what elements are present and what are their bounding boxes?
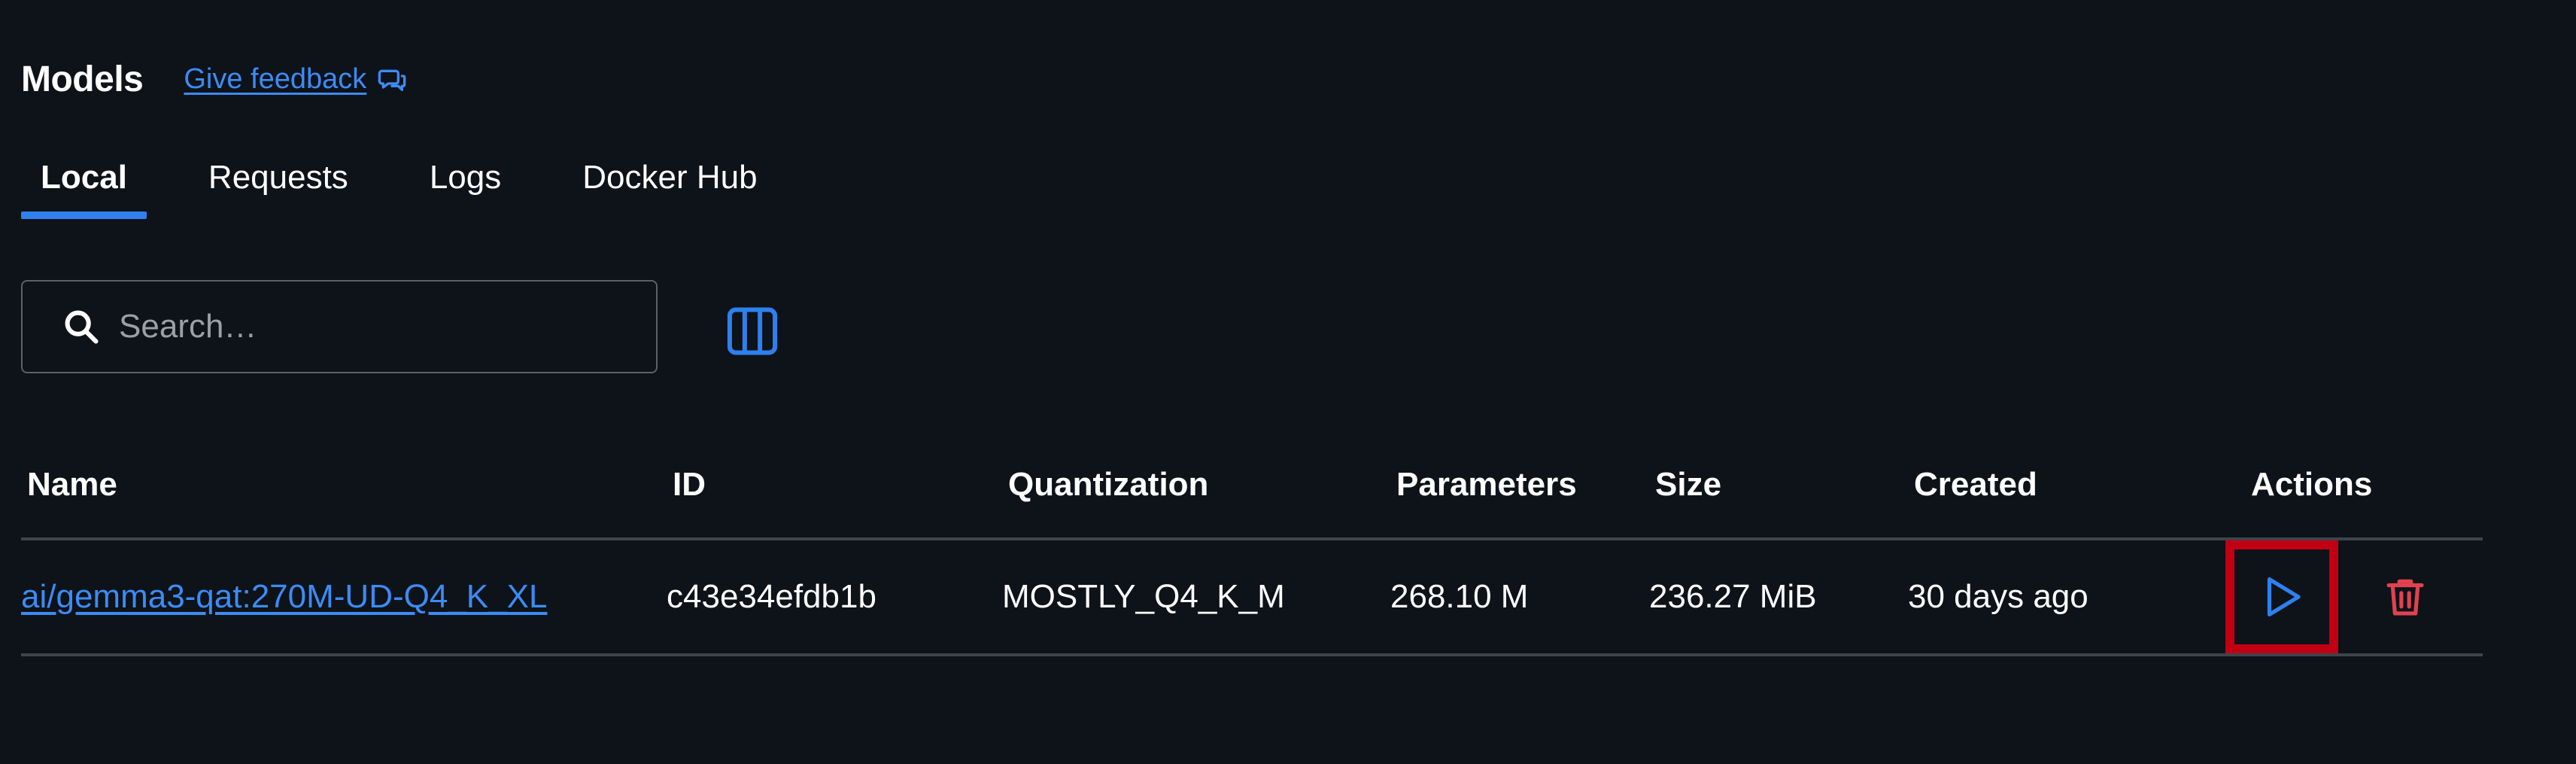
column-header-id[interactable]: ID: [667, 432, 1002, 540]
trash-icon: [2386, 579, 2424, 616]
column-header-created[interactable]: Created: [1908, 432, 2245, 540]
search-icon: [65, 310, 99, 344]
model-name-link[interactable]: ai/gemma3-qat:270M-UD-Q4_K_XL: [21, 578, 547, 615]
table-header-row: Name ID Quantization Parameters Size Cre…: [21, 432, 2483, 540]
cell-parameters: 268.10 M: [1390, 539, 1649, 656]
cell-actions: [2225, 539, 2483, 656]
column-header-parameters[interactable]: Parameters: [1390, 432, 1649, 540]
search-box: [21, 280, 658, 373]
cell-name: ai/gemma3-qat:270M-UD-Q4_K_XL: [21, 539, 667, 656]
column-header-quantization[interactable]: Quantization: [1002, 432, 1390, 540]
cell-size: 236.27 MiB: [1649, 539, 1908, 656]
play-icon: [2267, 577, 2301, 616]
column-header-size[interactable]: Size: [1649, 432, 1908, 540]
column-header-name[interactable]: Name: [21, 432, 667, 540]
columns-toggle-button[interactable]: [724, 303, 781, 360]
models-table: Name ID Quantization Parameters Size Cre…: [21, 432, 2483, 656]
column-header-actions: Actions: [2245, 432, 2483, 540]
tab-docker-hub[interactable]: Docker Hub: [563, 154, 776, 219]
page-title: Models: [21, 59, 144, 99]
give-feedback-link[interactable]: Give feedback: [184, 63, 407, 96]
tab-local[interactable]: Local: [21, 154, 147, 219]
table-row: ai/gemma3-qat:270M-UD-Q4_K_XL c43e34efdb…: [21, 539, 2483, 656]
tab-logs[interactable]: Logs: [410, 154, 521, 219]
cell-quantization: MOSTLY_Q4_K_M: [1002, 539, 1390, 656]
run-model-button[interactable]: [2225, 540, 2338, 653]
give-feedback-label: Give feedback: [184, 63, 367, 95]
models-page: Models Give feedback Local Requests Logs…: [0, 0, 2576, 764]
columns-icon: [727, 307, 778, 355]
cell-created: 30 days ago: [1908, 539, 2245, 656]
search-input[interactable]: [117, 307, 602, 346]
delete-model-button[interactable]: [2379, 571, 2432, 623]
cell-id: c43e34efdb1b: [667, 539, 1002, 656]
tab-requests[interactable]: Requests: [189, 154, 368, 219]
header: Models Give feedback: [21, 59, 407, 100]
chat-feedback-icon: [378, 69, 406, 91]
row-actions: [2225, 540, 2483, 653]
tab-bar: Local Requests Logs Docker Hub: [21, 154, 819, 219]
